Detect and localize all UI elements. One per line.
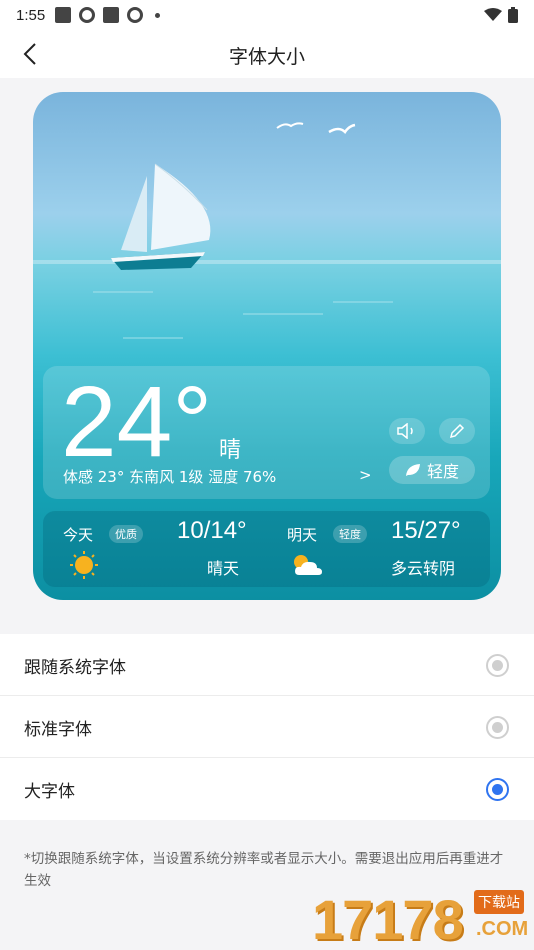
current-condition: 晴 xyxy=(219,438,242,463)
weather-details: 体感 23° 东南风 1级 湿度 76% xyxy=(63,468,277,486)
radio-button-selected[interactable] xyxy=(486,778,509,801)
partly-cloudy-icon xyxy=(294,555,322,575)
forecast-range: 10/14° xyxy=(177,517,247,544)
current-temperature: 24° xyxy=(61,366,213,478)
sun-icon xyxy=(70,551,98,579)
forecast-day: 明天 xyxy=(287,526,318,544)
radio-button-off[interactable] xyxy=(486,716,509,739)
watermark-number: 17178 xyxy=(312,888,464,950)
speaker-icon xyxy=(397,423,413,439)
notification-icon xyxy=(103,7,120,23)
forecast-day: 今天 xyxy=(63,526,94,544)
air-quality-badge[interactable]: 轻度 xyxy=(389,456,475,484)
details-chevron-icon: > xyxy=(359,466,372,484)
status-bar: 1:55 xyxy=(0,0,534,30)
option-label: 标准字体 xyxy=(24,720,92,740)
more-notifications-icon xyxy=(155,12,161,18)
option-label: 大字体 xyxy=(24,782,75,802)
forecast-badge: 优质 xyxy=(109,525,143,543)
app-bar: 字体大小 xyxy=(0,30,534,78)
wifi-icon xyxy=(484,8,502,21)
status-time: 1:55 xyxy=(16,6,46,24)
leaf-icon xyxy=(405,464,420,476)
sync-icon xyxy=(79,7,96,23)
forecast-condition: 多云转阴 xyxy=(391,559,456,578)
forecast-panel: 今天 优质 10/14° 晴天 明天 轻度 15/27° 多云转阴 xyxy=(43,511,490,587)
forecast-tomorrow: 明天 轻度 15/27° 多云转阴 xyxy=(267,511,490,587)
font-preview-card: 24° 晴 体感 23° 东南风 1级 湿度 76% > 轻度 今天 优质 10… xyxy=(33,92,501,600)
page-title: 字体大小 xyxy=(228,46,305,68)
option-standard-font[interactable]: 标准字体 xyxy=(0,696,534,758)
forecast-today: 今天 优质 10/14° 晴天 xyxy=(43,511,267,587)
radio-button-off[interactable] xyxy=(486,654,509,677)
air-quality-label: 轻度 xyxy=(426,462,459,481)
font-size-options: 跟随系统字体 标准字体 大字体 xyxy=(0,634,534,820)
edit-button[interactable] xyxy=(439,418,475,444)
current-weather-panel: 24° 晴 体感 23° 东南风 1级 湿度 76% > 轻度 xyxy=(43,366,490,499)
option-large-font[interactable]: 大字体 xyxy=(0,758,534,820)
site-watermark: 17178 下载站 .COM xyxy=(312,888,534,950)
option-label: 跟随系统字体 xyxy=(24,658,126,678)
forecast-badge: 轻度 xyxy=(333,525,367,543)
forecast-condition: 晴天 xyxy=(207,559,240,578)
voice-broadcast-button[interactable] xyxy=(389,418,425,444)
watermark-tag: 下载站 xyxy=(474,890,524,914)
font-setting-note: *切换跟随系统字体，当设置系统分辨率或者显示大小。需要退出应用后再重进才生效 xyxy=(24,851,504,889)
notification-icon xyxy=(55,7,72,23)
sync-icon xyxy=(127,7,144,23)
option-follow-system-font[interactable]: 跟随系统字体 xyxy=(0,634,534,696)
battery-icon xyxy=(508,7,518,23)
pencil-icon xyxy=(449,423,465,439)
forecast-range: 15/27° xyxy=(391,517,461,544)
watermark-domain: .COM xyxy=(476,918,529,940)
